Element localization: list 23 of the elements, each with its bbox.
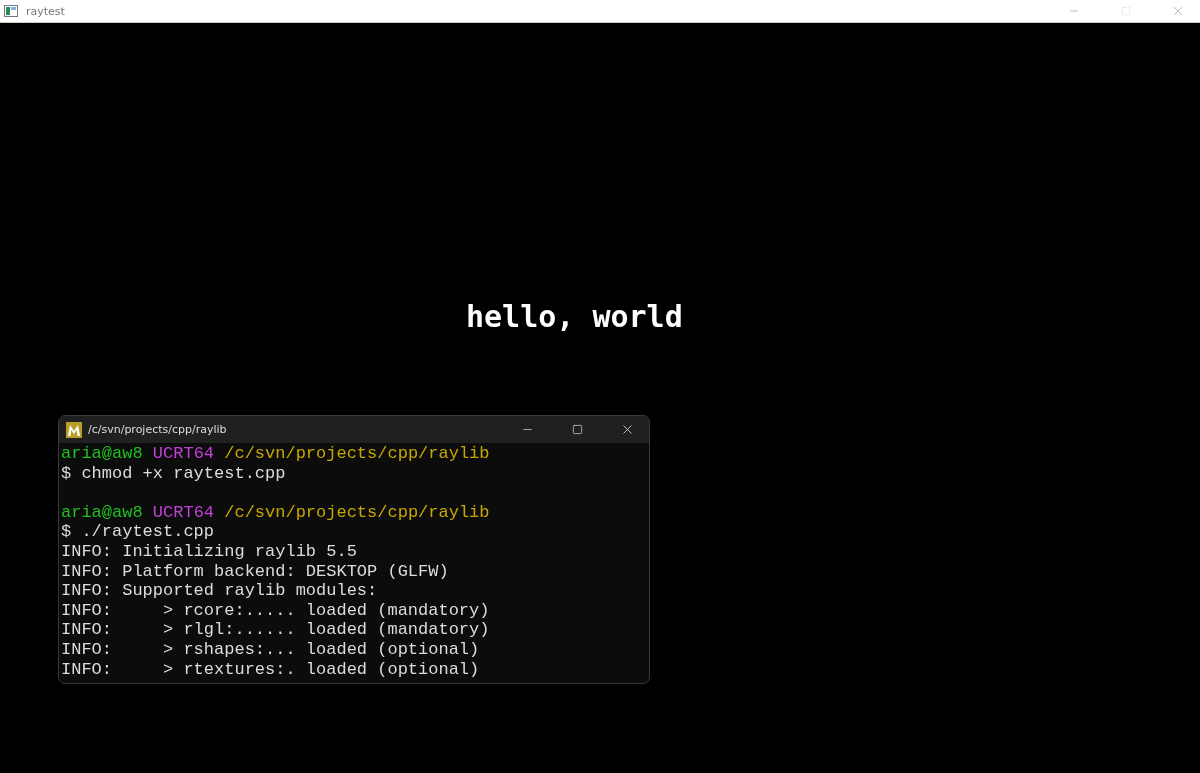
prompt-shell: UCRT64 — [152, 444, 215, 463]
close-icon — [1171, 4, 1185, 18]
terminal-line: INFO: > rcore:..... loaded (mandatory) — [61, 600, 490, 620]
terminal-line: $ ./raytest.cpp — [61, 522, 215, 542]
canvas-text: hello, world — [466, 299, 683, 334]
terminal-logo-icon — [66, 421, 82, 438]
window-title: raytest — [26, 4, 66, 18]
prompt-path: /c/svn/projects/cpp/raylib — [224, 502, 490, 522]
terminal-line: INFO: Initializing raylib 5.5 — [61, 541, 357, 561]
terminal-line: INFO: Supported raylib modules: — [61, 581, 378, 601]
terminal-line: INFO: > rtextures:. loaded (optional) — [61, 659, 480, 679]
terminal-title: /c/svn/projects/cpp/raylib — [88, 423, 228, 436]
window-icon — [4, 5, 18, 17]
maximize-icon — [1121, 6, 1131, 16]
terminal-line: INFO: > rshapes:... loaded (optional) — [61, 639, 480, 659]
terminal-line: INFO: Platform backend: DESKTOP (GLFW) — [61, 561, 449, 581]
terminal-line: INFO: > rlgl:...... loaded (mandatory) — [61, 620, 490, 640]
maximize-icon — [571, 424, 583, 435]
prompt-shell: UCRT64 — [152, 502, 215, 522]
terminal-line: $ chmod +x raytest.cpp — [61, 463, 286, 483]
prompt-user: aria@aw8 — [61, 444, 143, 463]
prompt-path: /c/svn/projects/cpp/raylib — [224, 444, 490, 463]
prompt-user: aria@aw8 — [61, 502, 143, 522]
